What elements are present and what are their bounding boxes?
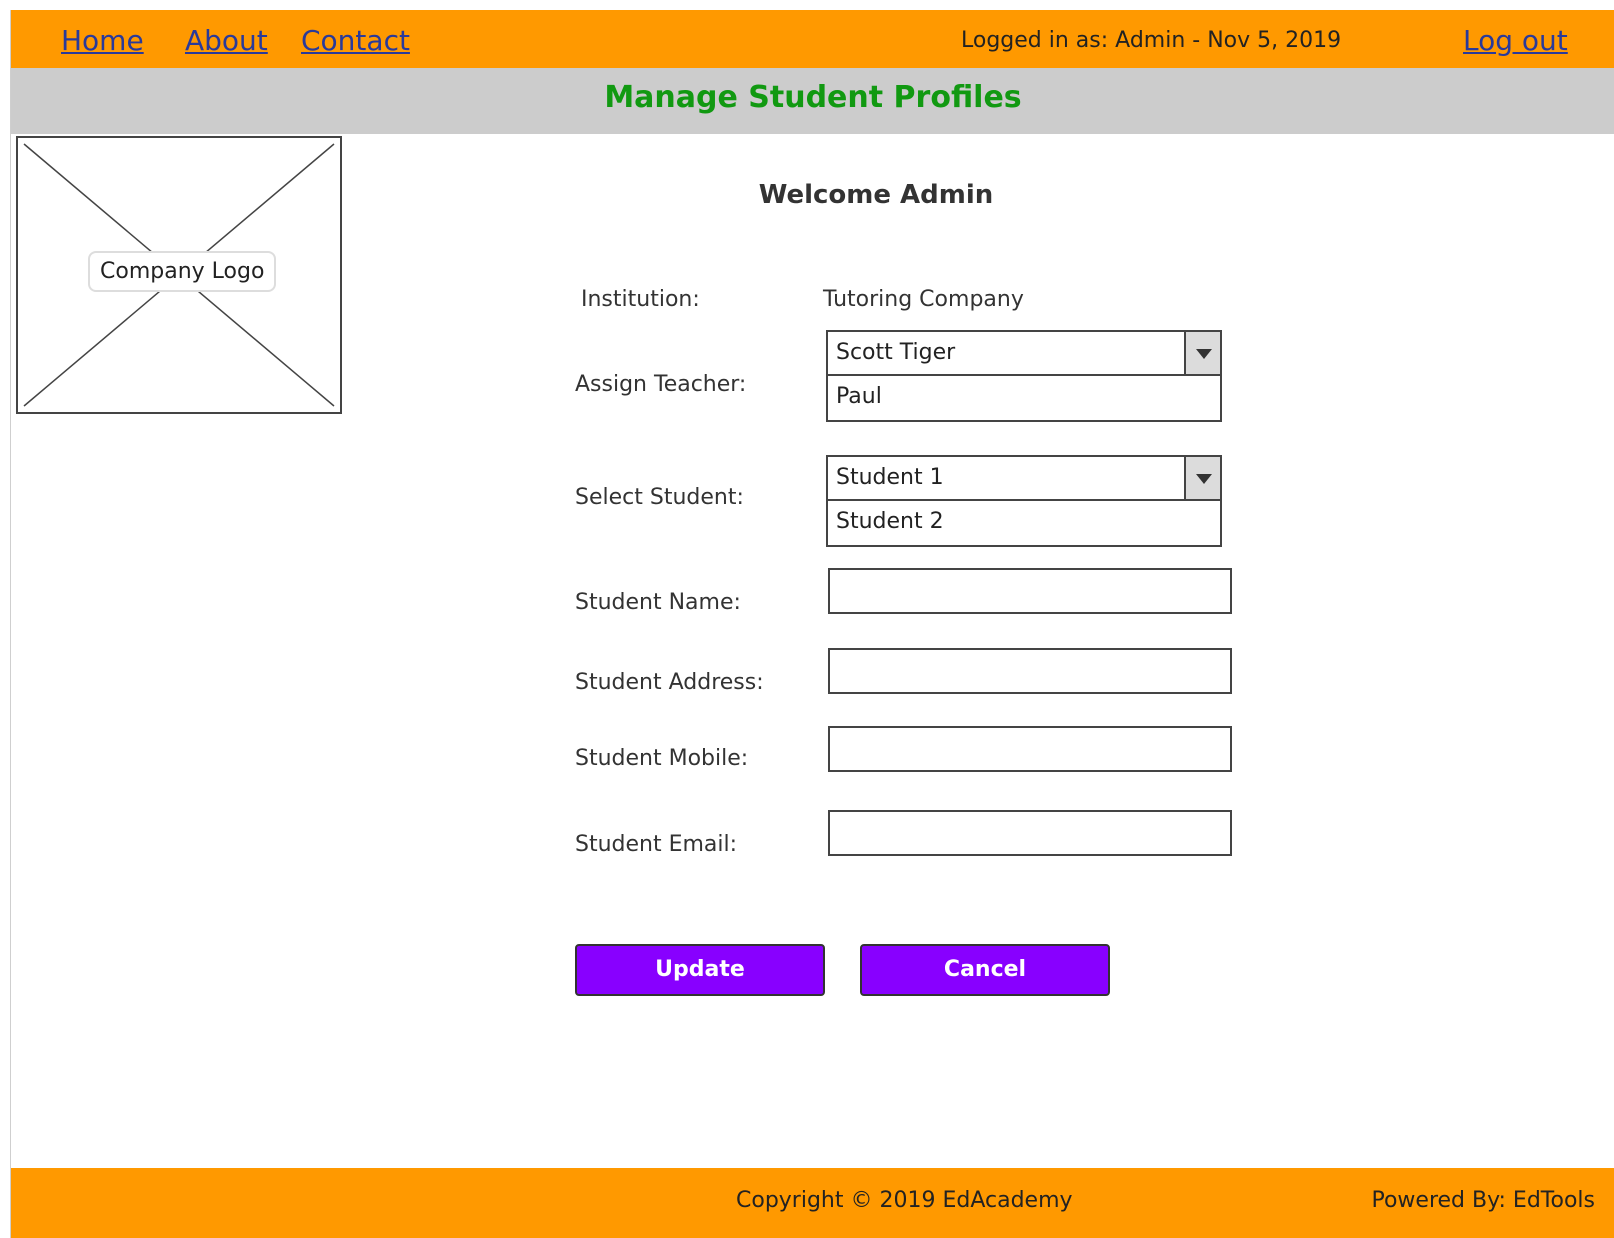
copyright-text: Copyright © 2019 EdAcademy (736, 1188, 1073, 1213)
student-address-input[interactable] (828, 648, 1232, 694)
student-mobile-label: Student Mobile: (575, 746, 749, 771)
welcome-heading: Welcome Admin (758, 180, 994, 210)
student-name-label: Student Name: (575, 590, 741, 615)
nav-about-link[interactable]: About (185, 24, 268, 57)
powered-by-text: Powered By: EdTools (1371, 1188, 1595, 1213)
nav-contact-link[interactable]: Contact (301, 24, 410, 57)
student-email-input[interactable] (828, 810, 1232, 856)
app-frame: Home About Contact Logged in as: Admin -… (10, 10, 1614, 1238)
institution-label: Institution: (581, 287, 700, 312)
teacher-selected-option[interactable]: Scott Tiger (828, 332, 1220, 376)
nav-home-link[interactable]: Home (61, 24, 144, 57)
cancel-button[interactable]: Cancel (860, 944, 1110, 996)
top-nav-bar: Home About Contact Logged in as: Admin -… (11, 10, 1614, 68)
select-student-select[interactable]: Student 1 Student 2 (826, 455, 1222, 547)
logged-in-status: Logged in as: Admin - Nov 5, 2019 (961, 28, 1342, 53)
company-logo: Company Logo (16, 136, 342, 414)
logout-link[interactable]: Log out (1463, 24, 1568, 57)
student-name-input[interactable] (828, 568, 1232, 614)
chevron-down-icon[interactable] (1184, 457, 1220, 501)
select-student-label: Select Student: (575, 485, 744, 510)
assign-teacher-label: Assign Teacher: (575, 372, 747, 397)
chevron-down-icon[interactable] (1184, 332, 1220, 376)
title-band: Manage Student Profiles (11, 68, 1614, 134)
student-option[interactable]: Student 2 (828, 501, 1220, 545)
update-button[interactable]: Update (575, 944, 825, 996)
student-mobile-input[interactable] (828, 726, 1232, 772)
assign-teacher-select[interactable]: Scott Tiger Paul (826, 330, 1222, 422)
footer: Copyright © 2019 EdAcademy Powered By: E… (11, 1168, 1614, 1238)
student-selected-option[interactable]: Student 1 (828, 457, 1220, 501)
logo-label: Company Logo (88, 251, 277, 292)
student-email-label: Student Email: (575, 832, 738, 857)
institution-value: Tutoring Company (823, 287, 1024, 312)
page-title: Manage Student Profiles (604, 80, 1022, 115)
teacher-option[interactable]: Paul (828, 376, 1220, 420)
student-address-label: Student Address: (575, 670, 764, 695)
